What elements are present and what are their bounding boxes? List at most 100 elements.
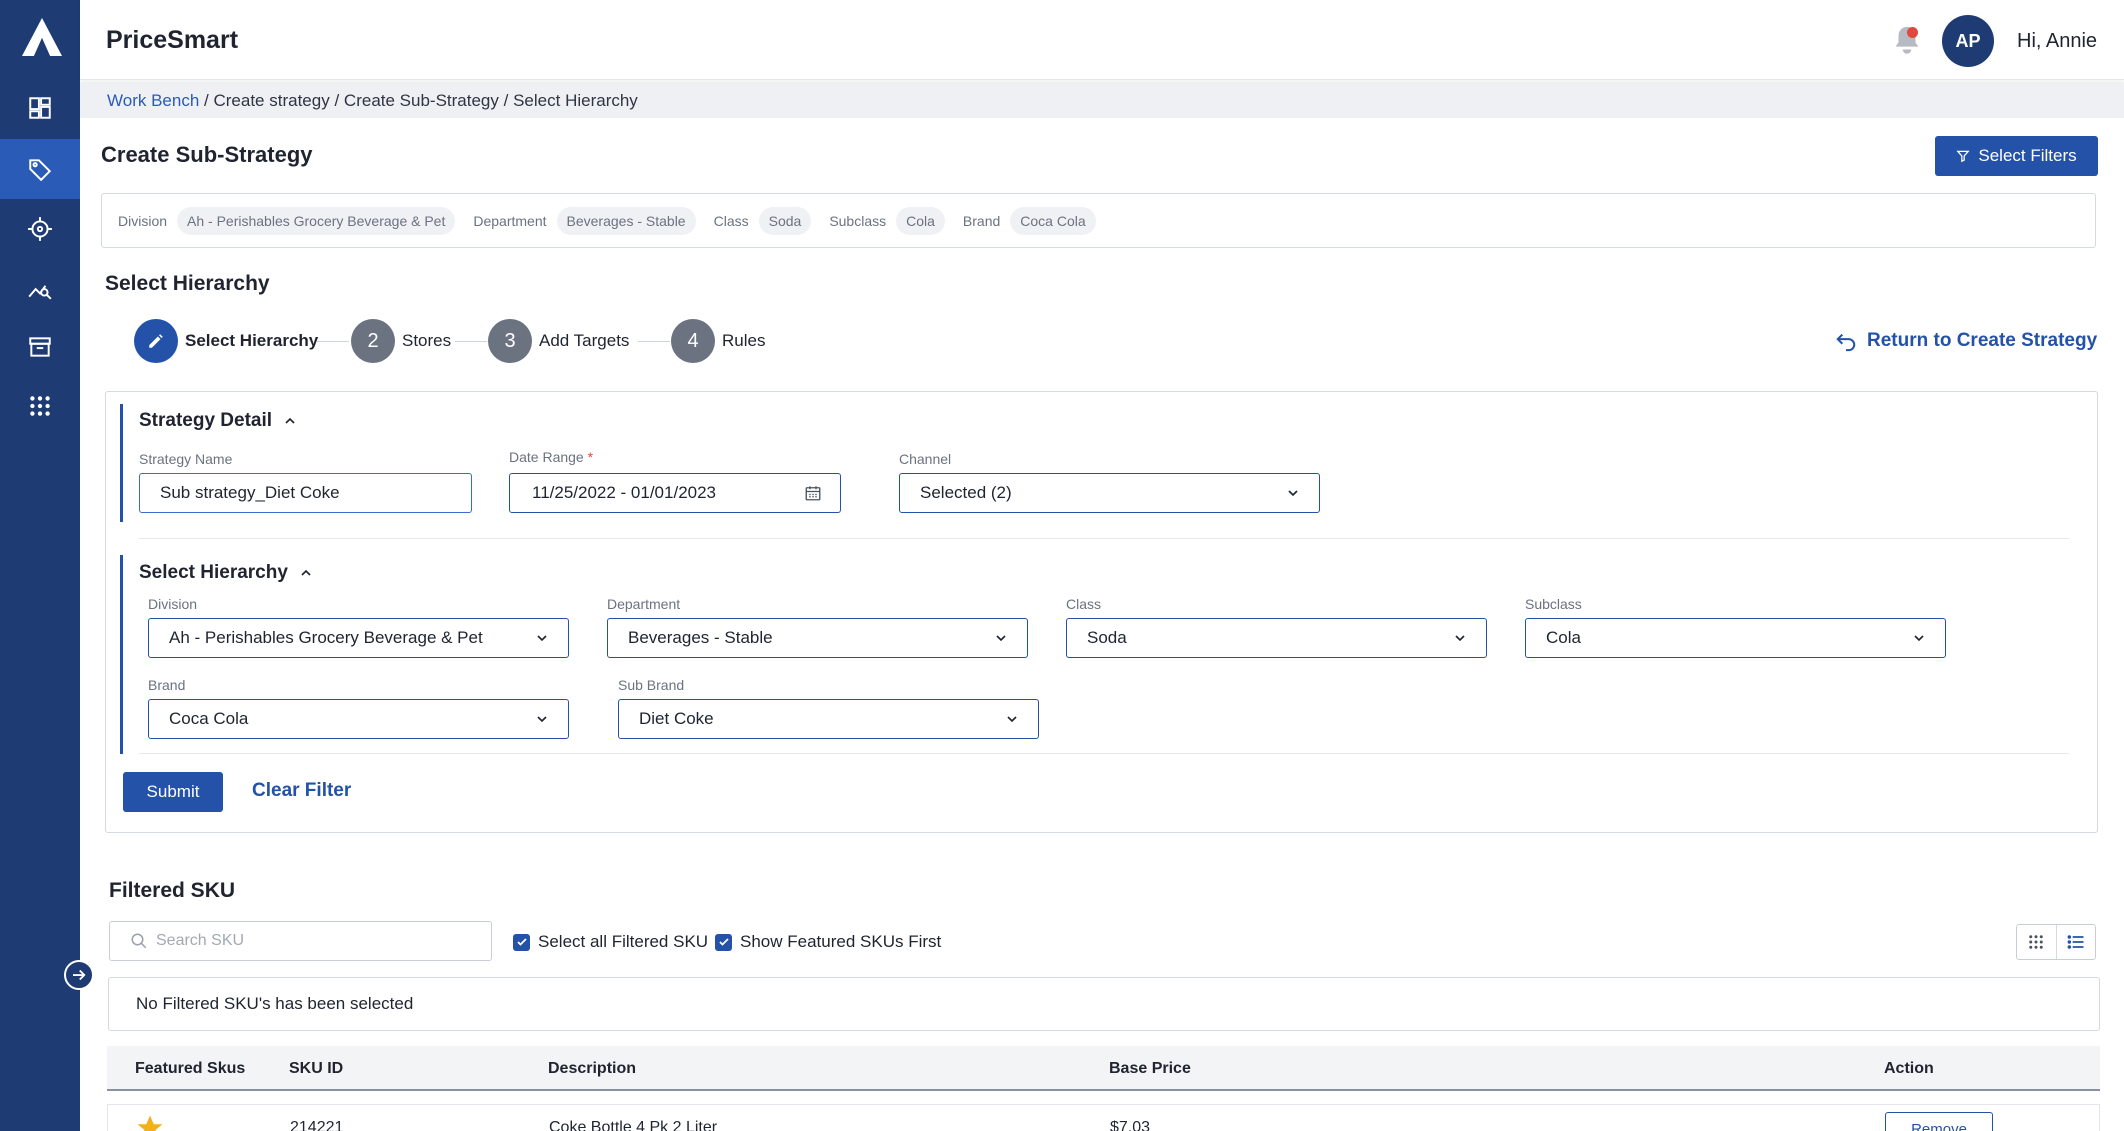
sku-table-header: Featured Skus SKU ID Description Base Pr… bbox=[107, 1046, 2100, 1091]
step-4-label: Rules bbox=[722, 331, 766, 350]
class-value: Soda bbox=[1087, 628, 1127, 647]
brand-logo-icon[interactable] bbox=[20, 16, 64, 60]
breadcrumb: Work Bench / Create strategy / Create Su… bbox=[107, 91, 638, 111]
chevron-up-icon bbox=[301, 569, 311, 576]
user-greeting[interactable]: Hi, Annie bbox=[2017, 30, 2097, 53]
subbrand-value: Diet Coke bbox=[639, 709, 714, 728]
step-3-label: Add Targets bbox=[539, 331, 630, 350]
strategy-form-panel: Strategy Detail Strategy Name Sub strate… bbox=[105, 391, 2098, 833]
show-featured-first-checkbox[interactable]: Show Featured SKUs First bbox=[715, 932, 941, 952]
chevron-down-icon bbox=[996, 635, 1006, 642]
chevron-down-icon bbox=[537, 716, 547, 723]
col-base-price[interactable]: Base Price bbox=[1109, 1060, 1191, 1078]
subclass-select[interactable]: Cola bbox=[1525, 618, 1946, 658]
division-select[interactable]: Ah - Perishables Grocery Beverage & Pet bbox=[148, 618, 569, 658]
select-hierarchy-header[interactable]: Select Hierarchy bbox=[139, 562, 314, 584]
sidebar-item-analytics[interactable] bbox=[0, 258, 80, 318]
remove-button[interactable]: Remove bbox=[1885, 1112, 1993, 1131]
filter-chip-department: Beverages - Stable bbox=[556, 206, 696, 235]
clear-filter-link[interactable]: Clear Filter bbox=[252, 780, 351, 802]
select-filters-button[interactable]: Select Filters bbox=[1935, 136, 2098, 176]
submit-button[interactable]: Submit bbox=[123, 772, 223, 812]
breadcrumb-separator: / bbox=[334, 91, 340, 110]
sidebar-item-pricing[interactable] bbox=[0, 139, 80, 199]
search-sku-field[interactable] bbox=[109, 921, 492, 961]
col-action: Action bbox=[1884, 1060, 1934, 1077]
division-value: Ah - Perishables Grocery Beverage & Pet bbox=[169, 628, 483, 647]
chevron-down-icon bbox=[537, 635, 547, 642]
step-1-label: Select Hierarchy bbox=[185, 331, 319, 350]
strategy-detail-header[interactable]: Strategy Detail bbox=[139, 410, 298, 432]
calendar-icon[interactable] bbox=[804, 484, 822, 502]
date-range-label: Date Range * bbox=[509, 449, 593, 465]
date-range-value: 11/25/2022 - 01/01/2023 bbox=[532, 483, 717, 502]
step-3-circle: 3 bbox=[488, 319, 532, 363]
step-stores[interactable]: 2 Stores bbox=[351, 319, 451, 363]
col-description[interactable]: Description bbox=[548, 1060, 636, 1078]
return-label: Return to Create Strategy bbox=[1867, 330, 2098, 351]
sidebar-item-apps[interactable] bbox=[0, 376, 80, 436]
step-4-circle: 4 bbox=[671, 319, 715, 363]
breadcrumb-bar: Work Bench / Create strategy / Create Su… bbox=[80, 82, 2124, 118]
sidebar-item-targets[interactable] bbox=[0, 199, 80, 259]
checkbox-checked[interactable] bbox=[513, 933, 530, 951]
strategy-name-input[interactable]: Sub strategy_Diet Coke bbox=[139, 473, 472, 513]
class-select[interactable]: Soda bbox=[1066, 618, 1487, 658]
class-label: Class bbox=[1066, 596, 1102, 612]
channel-select[interactable]: Selected (2) bbox=[899, 473, 1320, 513]
subbrand-label: Sub Brand bbox=[618, 677, 685, 693]
breadcrumb-work-bench[interactable]: Work Bench bbox=[107, 91, 199, 110]
grid-view-button[interactable] bbox=[2017, 925, 2056, 959]
checkbox-checked[interactable] bbox=[715, 933, 732, 951]
expand-sidebar-button[interactable] bbox=[64, 960, 94, 990]
step-rules[interactable]: 4 Rules bbox=[671, 319, 765, 363]
archive-icon bbox=[29, 337, 51, 357]
list-view-button[interactable] bbox=[2055, 925, 2096, 959]
return-to-create-strategy-link[interactable]: Return to Create Strategy bbox=[1835, 330, 2097, 352]
step-2-circle: 2 bbox=[351, 319, 395, 363]
breadcrumb-separator: / bbox=[204, 91, 209, 110]
pencil-icon bbox=[149, 334, 163, 348]
strategy-name-value: Sub strategy_Diet Coke bbox=[160, 483, 340, 502]
featured-star-icon[interactable] bbox=[135, 1113, 165, 1131]
date-range-picker[interactable]: 11/25/2022 - 01/01/2023 bbox=[509, 473, 841, 513]
filter-icon bbox=[1956, 150, 1971, 163]
search-sku-input[interactable] bbox=[156, 932, 456, 950]
select-hierarchy-title: Select Hierarchy bbox=[139, 562, 288, 583]
select-all-label: Select all Filtered SKU bbox=[538, 932, 709, 951]
grid-view-icon bbox=[2029, 935, 2043, 949]
sidebar-item-archive[interactable] bbox=[0, 317, 80, 377]
breadcrumb-create-sub-strategy[interactable]: Create Sub-Strategy bbox=[344, 91, 499, 110]
filter-chip-class: Soda bbox=[758, 206, 812, 235]
subclass-label: Subclass bbox=[1525, 596, 1582, 612]
department-select[interactable]: Beverages - Stable bbox=[607, 618, 1028, 658]
filtered-sku-title: Filtered SKU bbox=[109, 879, 236, 902]
avatar[interactable]: AP bbox=[1942, 15, 1994, 67]
featured-first-label: Show Featured SKUs First bbox=[740, 932, 942, 951]
view-toggle bbox=[2016, 924, 2096, 960]
section-accent bbox=[120, 404, 123, 522]
brand-select[interactable]: Coca Cola bbox=[148, 699, 569, 739]
chevron-down-icon bbox=[1914, 635, 1924, 642]
step-select-hierarchy[interactable]: Select Hierarchy bbox=[134, 319, 318, 363]
subclass-value: Cola bbox=[1546, 628, 1581, 647]
required-marker: * bbox=[587, 449, 594, 465]
subbrand-select[interactable]: Diet Coke bbox=[618, 699, 1039, 739]
step-add-targets[interactable]: 3 Add Targets bbox=[488, 319, 629, 363]
filter-chip-division: Ah - Perishables Grocery Beverage & Pet bbox=[177, 206, 456, 235]
department-label: Department bbox=[607, 596, 681, 612]
select-all-filtered-checkbox[interactable]: Select all Filtered SKU bbox=[513, 932, 708, 952]
filter-chip-brand: Coca Cola bbox=[1010, 206, 1096, 235]
strategy-name-label: Strategy Name bbox=[139, 451, 233, 467]
page-title: Create Sub-Strategy bbox=[101, 142, 313, 167]
breadcrumb-create-strategy[interactable]: Create strategy bbox=[213, 91, 329, 110]
tag-icon bbox=[29, 159, 52, 182]
sidebar-item-dashboard[interactable] bbox=[0, 78, 80, 138]
channel-label: Channel bbox=[899, 451, 952, 467]
division-label: Division bbox=[148, 596, 198, 612]
step-connector bbox=[455, 341, 487, 342]
brand-value: Coca Cola bbox=[169, 709, 249, 728]
filter-label-subclass: Subclass bbox=[829, 212, 887, 229]
col-sku-id[interactable]: SKU ID bbox=[289, 1060, 343, 1078]
col-featured-skus[interactable]: Featured Skus bbox=[135, 1060, 245, 1078]
